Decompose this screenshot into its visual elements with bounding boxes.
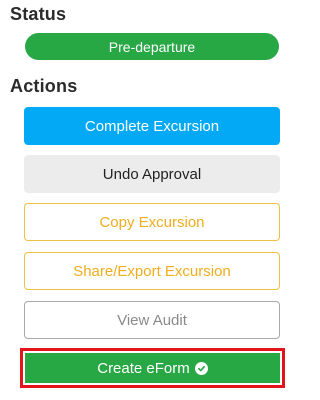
- view-audit-button[interactable]: View Audit: [24, 301, 280, 339]
- complete-excursion-button[interactable]: Complete Excursion: [24, 107, 280, 145]
- status-badge: Pre-departure: [25, 33, 279, 60]
- create-eform-button[interactable]: Create eForm: [25, 353, 280, 383]
- create-eform-label: Create eForm: [97, 359, 190, 377]
- share-export-excursion-button[interactable]: Share/Export Excursion: [24, 252, 280, 290]
- copy-excursion-button[interactable]: Copy Excursion: [24, 203, 280, 241]
- status-heading: Status: [10, 4, 67, 24]
- actions-heading: Actions: [10, 76, 78, 96]
- check-circle-icon: [194, 361, 208, 375]
- undo-approval-button[interactable]: Undo Approval: [24, 155, 280, 193]
